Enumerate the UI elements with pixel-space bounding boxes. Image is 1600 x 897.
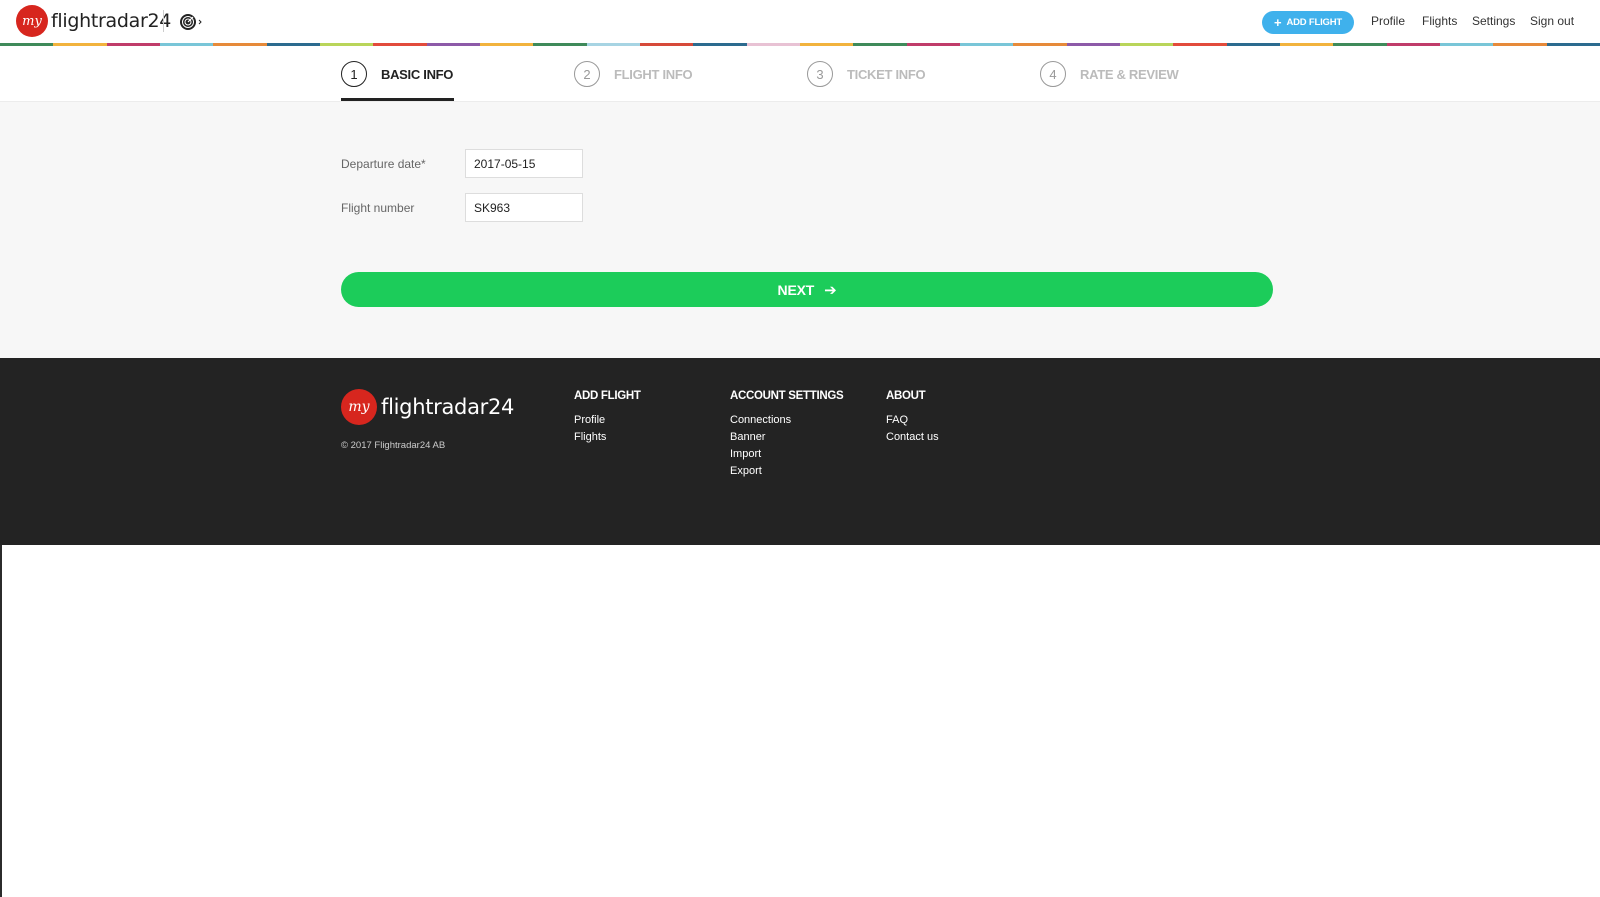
top-header: my flightradar24 + ADD FLIGHT Profile Fl…: [0, 0, 1600, 46]
arrow-right-icon: ➔: [824, 281, 837, 299]
footer-link-connections[interactable]: Connections: [730, 412, 843, 429]
next-button[interactable]: NEXT ➔: [341, 272, 1273, 307]
footer-link-flights[interactable]: Flights: [574, 429, 641, 446]
footer-logo[interactable]: my flightradar24: [341, 389, 514, 425]
nav-sign-out[interactable]: Sign out: [1530, 14, 1574, 28]
copyright-text: © 2017 Flightradar24 AB: [341, 440, 446, 451]
header-divider: [163, 10, 164, 32]
active-step-underline: [341, 98, 454, 101]
radar-icon[interactable]: [179, 12, 203, 32]
add-flight-button[interactable]: + ADD FLIGHT: [1262, 11, 1354, 34]
step-number: 4: [1040, 61, 1066, 87]
next-label: NEXT: [777, 281, 815, 298]
footer-col-title: ADD FLIGHT: [574, 390, 641, 402]
logo-text: flightradar24: [51, 10, 172, 32]
step-number: 1: [341, 61, 367, 87]
flight-number-label: Flight number: [341, 201, 415, 215]
departure-date-label: Departure date*: [341, 157, 426, 171]
flight-number-field[interactable]: [465, 193, 583, 222]
footer: my flightradar24 © 2017 Flightradar24 AB…: [0, 358, 1600, 545]
logo-badge: my: [341, 389, 377, 425]
footer-link-profile[interactable]: Profile: [574, 412, 641, 429]
nav-flights[interactable]: Flights: [1422, 14, 1457, 28]
step-rate-review[interactable]: 4 RATE & REVIEW: [1040, 60, 1179, 88]
nav-profile[interactable]: Profile: [1371, 14, 1405, 28]
step-label: TICKET INFO: [847, 66, 926, 82]
footer-link-banner[interactable]: Banner: [730, 429, 843, 446]
footer-col-about: ABOUT FAQ Contact us: [886, 390, 939, 446]
step-flight-info[interactable]: 2 FLIGHT INFO: [574, 60, 693, 88]
site-logo[interactable]: my flightradar24: [16, 5, 171, 37]
step-label: RATE & REVIEW: [1080, 66, 1179, 82]
step-number: 2: [574, 61, 600, 87]
footer-link-export[interactable]: Export: [730, 463, 843, 480]
footer-col-title: ABOUT: [886, 390, 926, 402]
departure-date-field[interactable]: [465, 149, 583, 178]
step-label: BASIC INFO: [381, 66, 454, 82]
step-number: 3: [807, 61, 833, 87]
logo-text: flightradar24: [381, 395, 515, 419]
footer-col-account-settings: ACCOUNT SETTINGS Connections Banner Impo…: [730, 390, 844, 480]
footer-col-add-flight: ADD FLIGHT Profile Flights: [574, 390, 641, 446]
step-ticket-info[interactable]: 3 TICKET INFO: [807, 60, 926, 88]
footer-link-contact[interactable]: Contact us: [886, 429, 939, 446]
plus-icon: +: [1274, 15, 1282, 30]
footer-link-import[interactable]: Import: [730, 446, 843, 463]
step-basic-info[interactable]: 1 BASIC INFO: [341, 60, 453, 88]
step-label: FLIGHT INFO: [614, 66, 693, 82]
form-area: Departure date* Flight number NEXT ➔: [0, 102, 1600, 358]
footer-link-faq[interactable]: FAQ: [886, 412, 939, 429]
wizard-steps: 1 BASIC INFO 2 FLIGHT INFO 3 TICKET INFO…: [0, 46, 1600, 102]
logo-badge: my: [16, 5, 48, 37]
nav-settings[interactable]: Settings: [1472, 14, 1515, 28]
add-flight-label: ADD FLIGHT: [1286, 17, 1342, 28]
footer-col-title: ACCOUNT SETTINGS: [730, 390, 844, 402]
